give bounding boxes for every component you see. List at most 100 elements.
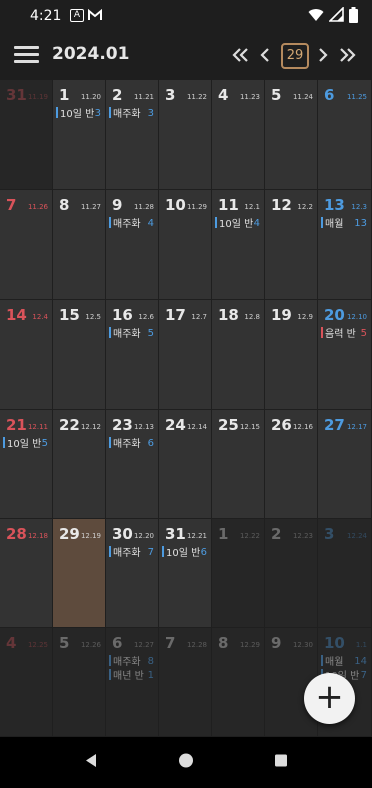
event-item[interactable]: 매주화 5 (109, 327, 156, 340)
day-number: 10 (324, 634, 345, 652)
day-cell[interactable]: 20 12.10 음력 반 5 (318, 300, 372, 410)
event-title: 10일 반 (7, 439, 42, 450)
day-cell[interactable]: 24 12.14 (159, 410, 212, 519)
event-title: 매월 (325, 219, 344, 230)
home-icon[interactable] (175, 737, 197, 784)
lunar-date: 11.24 (292, 93, 313, 101)
day-cell[interactable]: 3 12.24 (318, 519, 372, 628)
lunar-date: 11.26 (27, 203, 48, 211)
event-item[interactable]: 매월 14 (321, 655, 369, 668)
recents-icon[interactable] (270, 737, 292, 784)
lunar-date: 12.19 (80, 532, 101, 540)
event-item[interactable]: 매년 반1 (109, 669, 156, 682)
event-item[interactable]: 10일 반3 (56, 107, 103, 120)
day-number: 22 (59, 416, 80, 434)
day-cell[interactable]: 7 11.26 (0, 190, 53, 300)
day-number: 2 (112, 86, 123, 104)
day-cell[interactable]: 2 12.23 (265, 519, 318, 628)
day-cell[interactable]: 1 12.22 (212, 519, 265, 628)
day-cell[interactable]: 8 11.27 (53, 190, 106, 300)
day-cell[interactable]: 31 12.21 10일 반6 (159, 519, 212, 628)
day-cell[interactable]: 31 11.19 (0, 80, 53, 190)
day-cell[interactable]: 3 11.22 (159, 80, 212, 190)
event-color-bar (109, 655, 111, 666)
day-number: 4 (6, 634, 17, 652)
day-cell[interactable]: 30 12.20 매주화 7 (106, 519, 159, 628)
lunar-date: 12.4 (32, 313, 48, 321)
notification-a-icon: A (70, 9, 84, 22)
double-chevron-right-icon[interactable] (336, 42, 358, 68)
lunar-date: 11.22 (186, 93, 207, 101)
day-cell[interactable]: 4 12.25 (0, 628, 53, 737)
day-cell[interactable]: 25 12.15 (212, 410, 265, 519)
day-cell[interactable]: 6 11.25 (318, 80, 372, 190)
plus-icon: + (315, 677, 344, 717)
day-number: 16 (112, 306, 133, 324)
event-item[interactable]: 매주화 6 (109, 437, 156, 450)
event-item[interactable]: 10일 반5 (3, 437, 50, 450)
event-title: 매주화 (113, 548, 141, 559)
day-number: 8 (218, 634, 229, 652)
gmail-icon (88, 8, 102, 22)
today-button[interactable]: 29 (281, 43, 309, 69)
event-item[interactable]: 매주화 3 (109, 107, 156, 120)
day-cell[interactable]: 17 12.7 (159, 300, 212, 410)
event-color-bar (215, 217, 217, 228)
lunar-date: 12.16 (292, 423, 313, 431)
day-cell[interactable]: 6 12.27 매주화 8 매년 반1 (106, 628, 159, 737)
system-nav-bar (0, 737, 372, 784)
day-cell[interactable]: 2 11.21 매주화 3 (106, 80, 159, 190)
double-chevron-left-icon[interactable] (230, 42, 252, 68)
day-cell[interactable]: 5 11.24 (265, 80, 318, 190)
event-count: 3 (147, 108, 154, 119)
day-number: 25 (218, 416, 239, 434)
event-item[interactable]: 음력 반 5 (321, 327, 369, 340)
day-cell[interactable]: 29 12.19 (53, 519, 106, 628)
day-cell[interactable]: 8 12.29 (212, 628, 265, 737)
day-cell[interactable]: 12 12.2 (265, 190, 318, 300)
day-cell[interactable]: 23 12.13 매주화 6 (106, 410, 159, 519)
day-cell[interactable]: 9 11.28 매주화 4 (106, 190, 159, 300)
add-event-button[interactable]: + (304, 673, 355, 724)
day-cell[interactable]: 22 12.12 (53, 410, 106, 519)
event-item[interactable]: 매주화 4 (109, 217, 156, 230)
day-cell[interactable]: 13 12.3 매월 13 (318, 190, 372, 300)
day-cell[interactable]: 5 12.26 (53, 628, 106, 737)
event-title: 매주화 (113, 109, 141, 120)
chevron-left-icon[interactable] (256, 42, 274, 68)
day-number: 20 (324, 306, 345, 324)
day-cell[interactable]: 4 11.23 (212, 80, 265, 190)
event-item[interactable]: 매주화 7 (109, 546, 156, 559)
lunar-date: 12.17 (346, 423, 367, 431)
event-count: 6 (147, 438, 154, 449)
day-cell[interactable]: 18 12.8 (212, 300, 265, 410)
day-cell[interactable]: 26 12.16 (265, 410, 318, 519)
day-cell[interactable]: 27 12.17 (318, 410, 372, 519)
day-cell[interactable]: 1 11.20 10일 반3 (53, 80, 106, 190)
wifi-icon (308, 9, 324, 21)
lunar-date: 12.7 (191, 313, 207, 321)
event-count: 5 (360, 328, 367, 339)
lunar-date: 12.23 (292, 532, 313, 540)
event-item[interactable]: 10일 반6 (162, 546, 209, 559)
day-cell[interactable]: 15 12.5 (53, 300, 106, 410)
day-cell[interactable]: 28 12.18 (0, 519, 53, 628)
day-cell[interactable]: 7 12.28 (159, 628, 212, 737)
day-cell[interactable]: 10 11.29 (159, 190, 212, 300)
day-number: 1 (218, 525, 229, 543)
event-color-bar (109, 437, 111, 448)
day-cell[interactable]: 19 12.9 (265, 300, 318, 410)
month-title[interactable]: 2024.01 (52, 44, 129, 64)
event-item[interactable]: 매월 13 (321, 217, 369, 230)
chevron-right-icon[interactable] (314, 42, 332, 68)
day-number: 3 (324, 525, 335, 543)
menu-icon[interactable] (14, 44, 40, 66)
event-item[interactable]: 10일 반4 (215, 217, 262, 230)
day-number: 7 (165, 634, 176, 652)
day-cell[interactable]: 14 12.4 (0, 300, 53, 410)
day-cell[interactable]: 21 12.11 10일 반5 (0, 410, 53, 519)
event-item[interactable]: 매주화 8 (109, 655, 156, 668)
back-icon[interactable] (80, 737, 102, 784)
day-cell[interactable]: 11 12.1 10일 반4 (212, 190, 265, 300)
day-cell[interactable]: 16 12.6 매주화 5 (106, 300, 159, 410)
